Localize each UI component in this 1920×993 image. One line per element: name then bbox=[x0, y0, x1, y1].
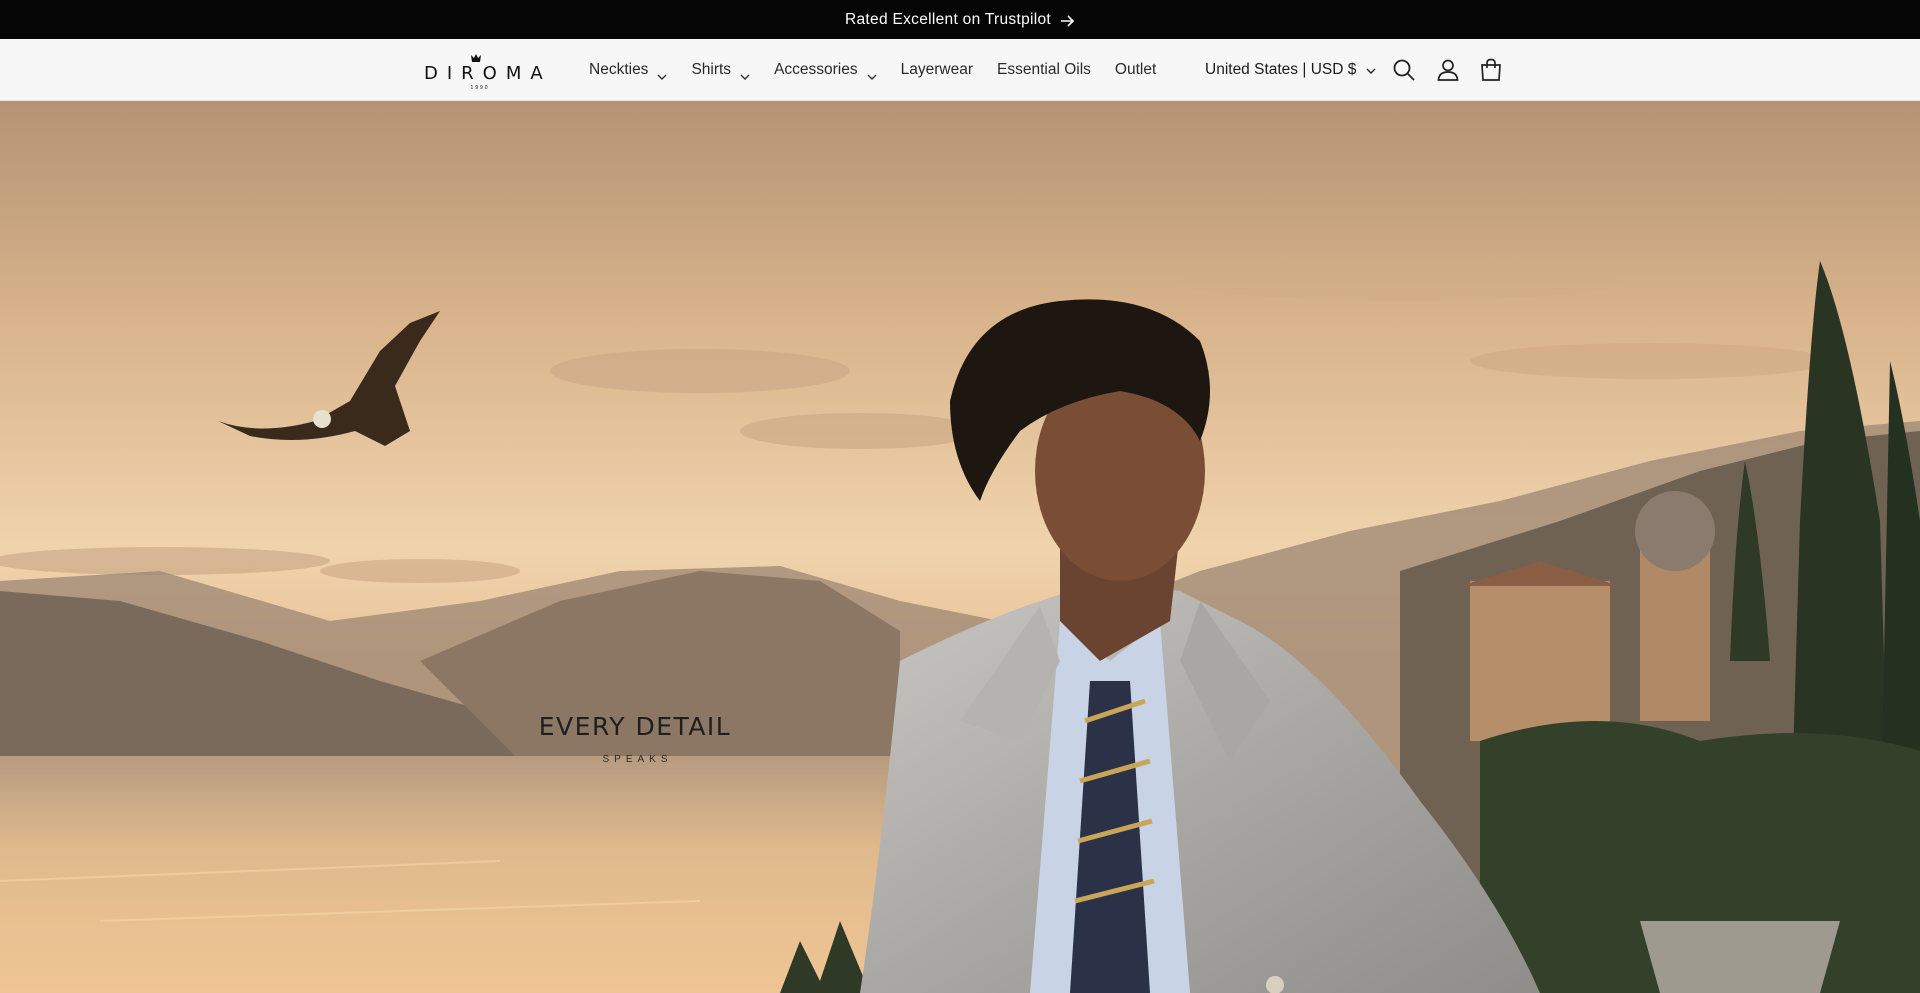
nav-item-label: Layerwear bbox=[900, 61, 973, 78]
trustpilot-link[interactable]: Rated Excellent on Trustpilot bbox=[845, 11, 1075, 29]
hero-banner[interactable]: EVERY DETAIL SPEAKS bbox=[0, 101, 1920, 993]
nav-item-label: Outlet bbox=[1114, 61, 1157, 78]
nav-item-label: Essential Oils bbox=[997, 61, 1091, 78]
nav-item-label: Neckties bbox=[589, 61, 649, 78]
logo-wordmark: DIROMA bbox=[424, 63, 552, 84]
nav-item-label: Accessories bbox=[774, 61, 858, 78]
nav-item-outlet[interactable]: Outlet bbox=[1115, 61, 1156, 79]
cart-icon[interactable] bbox=[1478, 57, 1504, 83]
announcement-bar: Rated Excellent on Trustpilot bbox=[0, 0, 1920, 39]
main-nav: Neckties Shirts Accessories Layerwear Es… bbox=[589, 39, 1180, 101]
country-selector[interactable]: United States | USD $ bbox=[1205, 39, 1376, 101]
arrow-right-icon bbox=[1061, 14, 1075, 27]
nav-item-neckties[interactable]: Neckties bbox=[589, 61, 667, 80]
nav-item-essential-oils[interactable]: Essential Oils bbox=[997, 61, 1091, 79]
nav-item-layerwear[interactable]: Layerwear bbox=[901, 61, 973, 79]
hero-image bbox=[0, 101, 1920, 993]
nav-item-label: Shirts bbox=[691, 61, 732, 78]
nav-item-shirts[interactable]: Shirts bbox=[691, 61, 750, 80]
account-icon[interactable] bbox=[1435, 57, 1461, 83]
chevron-down-icon bbox=[657, 67, 667, 80]
chevron-down-icon bbox=[1366, 61, 1376, 79]
chevron-down-icon bbox=[740, 67, 750, 80]
hero-subheading: SPEAKS bbox=[602, 754, 673, 765]
country-selector-label: United States | USD $ bbox=[1205, 61, 1357, 78]
crest-icon bbox=[470, 51, 482, 62]
chevron-down-icon bbox=[867, 67, 877, 80]
site-header: DIROMA 1990 Neckties Shirts Accessories … bbox=[0, 39, 1920, 101]
hero-heading: EVERY DETAIL bbox=[538, 712, 732, 741]
logo[interactable]: DIROMA 1990 bbox=[418, 49, 552, 93]
logo-year: 1990 bbox=[470, 85, 490, 91]
announcement-text: Rated Excellent on Trustpilot bbox=[845, 10, 1051, 28]
search-icon[interactable] bbox=[1391, 57, 1417, 83]
nav-item-accessories[interactable]: Accessories bbox=[774, 61, 877, 80]
